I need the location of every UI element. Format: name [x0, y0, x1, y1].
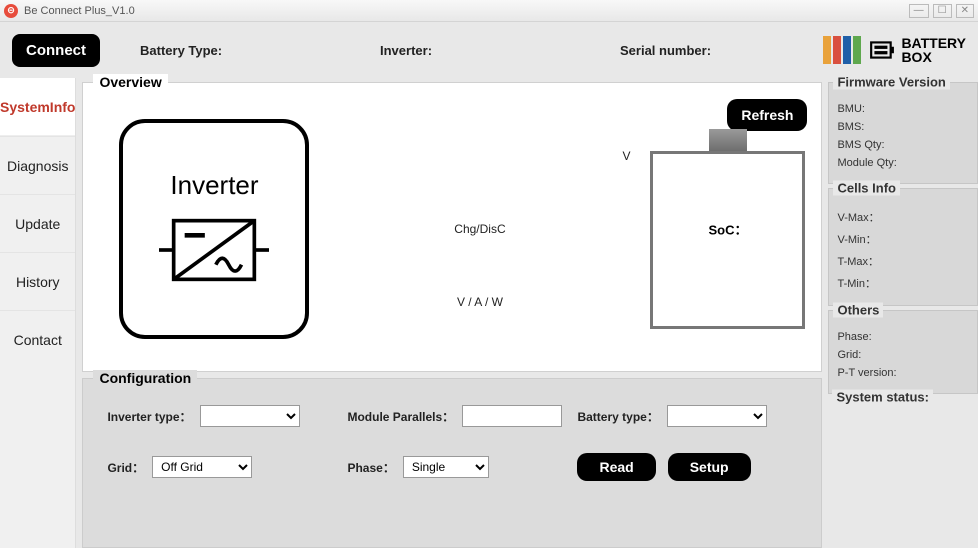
- bmu-label: BMU:: [837, 103, 969, 115]
- vaw-reading: V / A / W: [457, 295, 503, 309]
- cells-title: Cells Info: [833, 181, 900, 196]
- sidebar-item-diagnosis[interactable]: Diagnosis: [0, 136, 75, 194]
- battery-type-label: Battery Type:: [140, 43, 222, 58]
- inverter-label: Inverter:: [380, 43, 432, 58]
- vmin-label: V-Min：: [837, 231, 969, 247]
- top-toolbar: Connect Battery Type: Inverter: Serial n…: [0, 22, 978, 78]
- tmin-label: T-Min：: [837, 275, 969, 291]
- battery-type-cfg-label: Battery type：: [577, 408, 658, 425]
- firmware-title: Firmware Version: [833, 75, 949, 90]
- serial-number-label: Serial number:: [620, 43, 711, 58]
- inverter-type-select[interactable]: [200, 405, 300, 427]
- battery-type-select[interactable]: [667, 405, 767, 427]
- phase-select[interactable]: Single: [403, 456, 489, 478]
- cells-info-panel: Cells Info V-Max： V-Min： T-Max： T-Min：: [828, 188, 978, 306]
- minimize-icon[interactable]: —: [909, 4, 929, 18]
- others-grid-label: Grid:: [837, 349, 969, 361]
- firmware-version-panel: Firmware Version BMU: BMS: BMS Qty: Modu…: [828, 82, 978, 184]
- battery-graphic: SoC：: [650, 129, 805, 329]
- sidebar-item-contact[interactable]: Contact: [0, 310, 75, 368]
- others-title: Others: [833, 303, 883, 318]
- inverter-type-label: Inverter type：: [107, 408, 191, 425]
- phase-label: Phase：: [347, 459, 394, 476]
- app-icon: ⊝: [4, 4, 18, 18]
- sidebar-item-history[interactable]: History: [0, 252, 75, 310]
- others-panel: Others Phase: Grid: P-T version:: [828, 310, 978, 394]
- vmax-label: V-Max：: [837, 209, 969, 225]
- soc-label: SoC：: [650, 220, 805, 239]
- configuration-panel: Configuration Inverter type： Module Para…: [82, 378, 822, 548]
- system-status-title: System status:: [832, 390, 932, 405]
- logo-color-bars: [823, 36, 861, 64]
- maximize-icon[interactable]: ☐: [933, 4, 952, 18]
- grid-select[interactable]: Off Grid: [152, 456, 252, 478]
- module-parallels-label: Module Parallels：: [347, 408, 454, 425]
- close-icon[interactable]: ✕: [956, 4, 974, 18]
- window-title: Be Connect Plus_V1.0: [24, 5, 135, 17]
- tmax-label: T-Max：: [837, 253, 969, 269]
- overview-panel: Overview Refresh Inverter: [82, 82, 822, 372]
- grid-label: Grid：: [107, 459, 144, 476]
- overview-title: Overview: [93, 74, 167, 90]
- bms-label: BMS:: [837, 121, 969, 133]
- pt-version-label: P-T version:: [837, 367, 969, 379]
- window-controls: — ☐ ✕: [909, 4, 974, 18]
- module-parallels-input[interactable]: [462, 405, 562, 427]
- refresh-button[interactable]: Refresh: [727, 99, 807, 131]
- setup-button[interactable]: Setup: [668, 453, 751, 481]
- configuration-title: Configuration: [93, 370, 197, 386]
- logo-text: BATTERY BOX: [901, 36, 966, 64]
- overview-readings: V Chg/DisC V / A / W: [309, 119, 650, 339]
- sidebar: SystemInfo Diagnosis Update History Cont…: [0, 78, 76, 548]
- inverter-symbol-icon: [159, 211, 269, 289]
- window-titlebar: ⊝ Be Connect Plus_V1.0 — ☐ ✕: [0, 0, 978, 22]
- sidebar-item-systeminfo[interactable]: SystemInfo: [0, 78, 75, 136]
- voltage-reading: V: [622, 149, 630, 163]
- system-status-panel: System status:: [828, 398, 978, 420]
- inverter-graphic: Inverter: [119, 119, 309, 339]
- brand-logo: BATTERY BOX: [823, 36, 966, 64]
- others-phase-label: Phase:: [837, 331, 969, 343]
- module-qty-label: Module Qty:: [837, 157, 969, 169]
- charge-discharge-reading: Chg/DisC: [454, 222, 505, 236]
- read-button[interactable]: Read: [577, 453, 655, 481]
- inverter-text: Inverter: [170, 170, 258, 201]
- sidebar-item-update[interactable]: Update: [0, 194, 75, 252]
- bms-qty-label: BMS Qty:: [837, 139, 969, 151]
- battery-icon: [869, 37, 895, 63]
- connect-button[interactable]: Connect: [12, 34, 100, 67]
